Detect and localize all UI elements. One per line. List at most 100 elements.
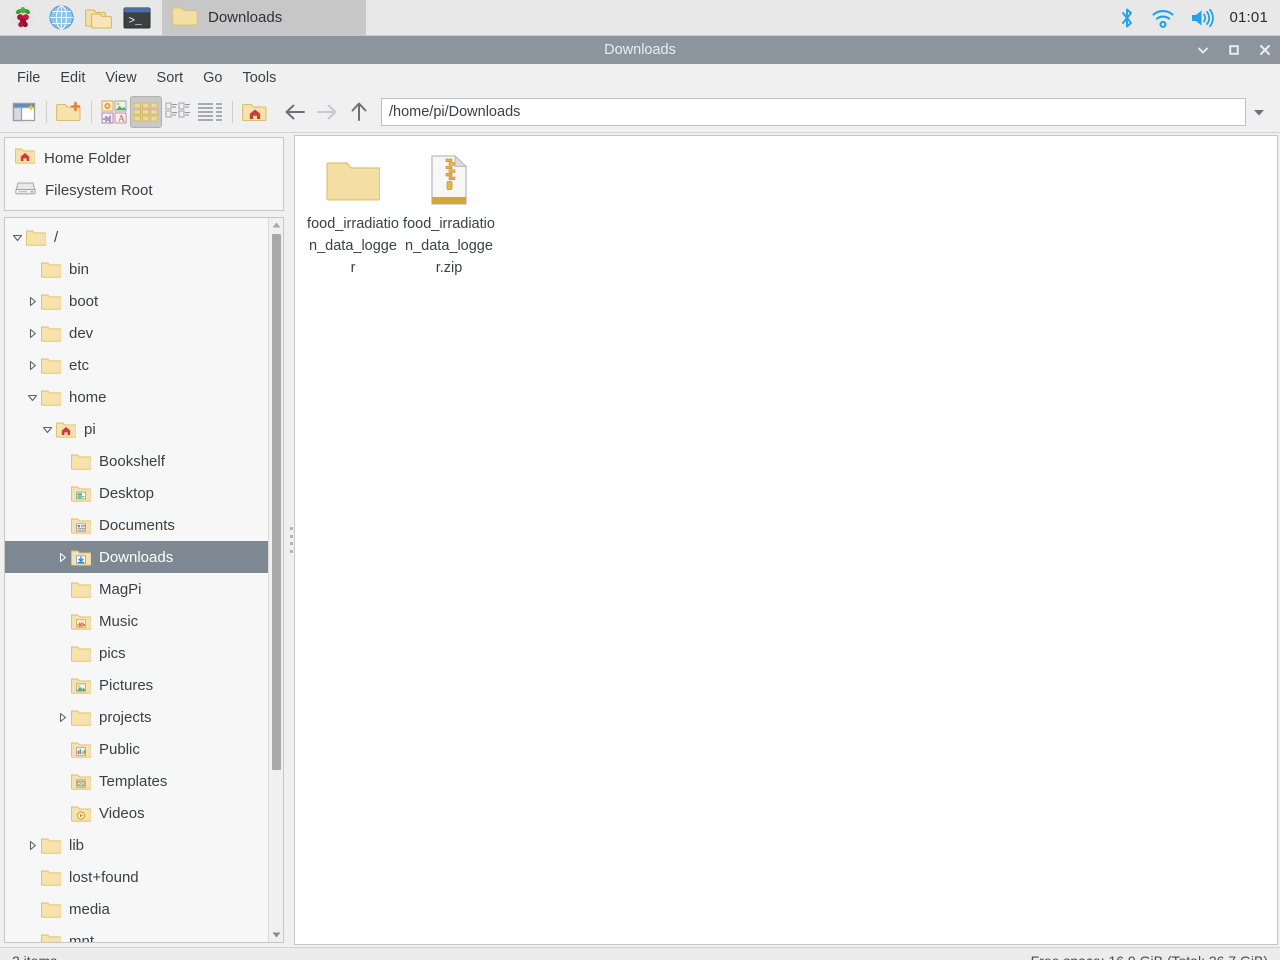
tree-item-public[interactable]: Public [5,733,268,765]
tree-item-pi[interactable]: pi [5,413,268,445]
chevron-right-icon[interactable] [54,541,70,573]
tree-item-mnt[interactable]: mnt [5,925,268,942]
back-button[interactable] [279,96,311,128]
svg-text:>_: >_ [129,15,143,27]
tree-arrow-placeholder [24,893,40,925]
chevron-right-icon[interactable] [24,829,40,861]
tree-item-pictures[interactable]: Pictures [5,669,268,701]
menu-edit[interactable]: Edit [51,67,94,89]
maximize-button[interactable] [1225,41,1243,59]
tree-scrollbar-thumb[interactable] [272,234,281,770]
path-dropdown-button[interactable] [1246,98,1272,126]
tree-arrow-placeholder [54,477,70,509]
tree-item-lib[interactable]: lib [5,829,268,861]
tree-item-media[interactable]: media [5,893,268,925]
tree-item-label: Downloads [99,549,173,566]
tree-item-label: / [54,229,58,246]
new-folder-button[interactable] [53,96,85,128]
icon-view-button[interactable] [130,96,162,128]
status-item-count: 2 items [12,953,57,960]
tree-item-magpi[interactable]: MagPi [5,573,268,605]
chevron-right-icon[interactable] [24,349,40,381]
file-list-pane[interactable]: food_irradiation_data_loggerfood_irradia… [294,135,1278,945]
tree-scrollbar[interactable] [268,218,283,942]
tree-item-dev[interactable]: dev [5,317,268,349]
chevron-down-icon[interactable] [39,413,55,445]
chevron-down-icon[interactable] [9,221,25,253]
places-item-filesystem-root[interactable]: Filesystem Root [5,174,283,206]
tree-item-documents[interactable]: Documents [5,509,268,541]
new-tab-button[interactable] [8,96,40,128]
templates-folder-icon [70,770,92,792]
folder-folder-icon [40,386,62,408]
tree-indent [5,765,54,797]
detailed-list-view-button[interactable] [194,96,226,128]
raspberry-menu-icon[interactable] [6,2,40,34]
chevron-right-icon[interactable] [24,285,40,317]
tree-item-pics[interactable]: pics [5,637,268,669]
tree-item-home[interactable]: home [5,381,268,413]
file-item[interactable]: food_irradiation_data_logger [305,148,401,285]
minimize-button[interactable] [1194,41,1212,59]
folder-folder-icon [40,322,62,344]
tree-indent [5,285,24,317]
tree-item-bin[interactable]: bin [5,253,268,285]
forward-button[interactable] [311,96,343,128]
svg-text:A: A [118,115,125,125]
tree-indent [5,637,54,669]
tree-item-etc[interactable]: etc [5,349,268,381]
file-item-label: food_irradiation_data_logger [307,213,399,279]
tree-item-templates[interactable]: Templates [5,765,268,797]
tree-item-downloads[interactable]: Downloads [5,541,268,573]
tree-indent [5,829,24,861]
tree-item-desktop[interactable]: Desktop [5,477,268,509]
tree-item-lost+found[interactable]: lost+found [5,861,268,893]
file-item[interactable]: food_irradiation_data_logger.zip [401,148,497,285]
home-folder-icon [15,147,35,169]
tree-item-label: pi [84,421,96,438]
directory-tree: / binbootdevetchome pi BookshelfDesktopDocu… [5,218,268,942]
tree-item-bookshelf[interactable]: Bookshelf [5,445,268,477]
scroll-up-icon[interactable] [269,218,283,232]
close-button[interactable] [1256,41,1274,59]
folder-icon [172,5,198,31]
tree-arrow-placeholder [54,797,70,829]
scroll-down-icon[interactable] [269,928,284,942]
places-item-label: Filesystem Root [45,182,153,199]
tree-item-music[interactable]: Music [5,605,268,637]
menu-sort[interactable]: Sort [148,67,193,89]
wifi-icon[interactable] [1151,7,1175,29]
menu-go[interactable]: Go [194,67,231,89]
terminal-icon[interactable]: >_ [120,2,154,34]
tree-indent [5,861,24,893]
bluetooth-icon[interactable] [1117,7,1137,29]
file-manager-window: Downloads File Edit View Sort G [0,36,1280,960]
menu-tools[interactable]: Tools [233,67,285,89]
file-manager-icon[interactable] [82,2,116,34]
clock[interactable]: 01:01 [1229,9,1268,26]
chevron-right-icon[interactable] [24,317,40,349]
chevron-down-icon[interactable] [24,381,40,413]
compact-view-button[interactable] [162,96,194,128]
menu-file[interactable]: File [8,67,49,89]
path-input-value: /home/pi/Downloads [389,104,520,120]
menu-view[interactable]: View [96,67,145,89]
chevron-right-icon[interactable] [54,701,70,733]
tree-item-projects[interactable]: projects [5,701,268,733]
thumbnail-view-button[interactable]: A [98,96,130,128]
tree-item-videos[interactable]: Videos [5,797,268,829]
places-item-home-folder[interactable]: Home Folder [5,142,283,174]
home-folder-button[interactable] [239,96,271,128]
volume-icon[interactable] [1189,7,1215,29]
window-titlebar[interactable]: Downloads [0,36,1280,64]
taskbar-window-button-downloads[interactable]: Downloads [162,0,366,36]
tree-item-boot[interactable]: boot [5,285,268,317]
web-browser-icon[interactable] [44,2,78,34]
tree-indent [5,317,24,349]
up-button[interactable] [343,96,375,128]
downloads-folder-icon [70,546,92,568]
tree-item-label: Music [99,613,138,630]
path-input[interactable]: /home/pi/Downloads [381,98,1246,126]
tree-item-[interactable]: / [5,221,268,253]
drive-icon [15,179,36,201]
